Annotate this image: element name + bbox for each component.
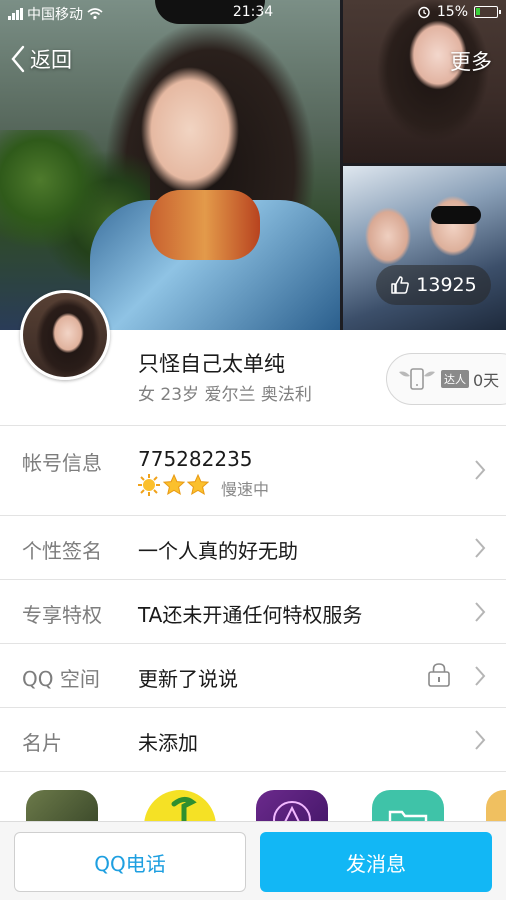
bottom-action-bar: QQ电话 发消息 — [0, 821, 506, 900]
row-business-card[interactable]: 名片 未添加 — [0, 707, 506, 771]
privilege-value: TA还未开通任何特权服务 — [138, 603, 363, 627]
battery-icon — [474, 6, 501, 18]
status-bar: 中国移动 21:34 15% — [0, 0, 506, 26]
avatar[interactable] — [20, 290, 110, 380]
level-stars — [137, 473, 209, 497]
expert-badge[interactable]: 达人 0天 — [386, 353, 506, 405]
expert-tag: 达人 — [441, 370, 469, 388]
qq-call-button[interactable]: QQ电话 — [14, 832, 246, 892]
chevron-right-icon — [475, 666, 486, 686]
back-label: 返回 — [30, 48, 72, 72]
account-label: 帐号信息 — [22, 451, 102, 475]
winged-phone-icon — [399, 368, 435, 390]
lock-icon — [428, 663, 450, 687]
chevron-right-icon — [475, 602, 486, 622]
thumbs-up-icon — [391, 276, 410, 294]
profile-photo-3[interactable] — [343, 166, 506, 330]
signature-label: 个性签名 — [22, 539, 102, 563]
profile-info: 女 23岁 爱尔兰 奥法利 — [138, 385, 312, 405]
qq-number: 775282235 — [138, 447, 253, 471]
more-button[interactable]: 更多 — [450, 46, 492, 76]
row-account-info[interactable]: 帐号信息 775282235 — [0, 425, 506, 515]
qzone-label: QQ 空间 — [22, 667, 100, 691]
star-icon — [187, 474, 209, 496]
signature-value: 一个人真的好无助 — [138, 539, 298, 563]
back-button[interactable]: 返回 — [10, 44, 72, 74]
chevron-right-icon — [475, 730, 486, 750]
row-signature[interactable]: 个性签名 一个人真的好无助 — [0, 515, 506, 579]
speed-status: 慢速中 — [221, 480, 270, 499]
card-value: 未添加 — [138, 731, 198, 755]
chevron-left-icon — [11, 45, 25, 73]
send-message-button[interactable]: 发消息 — [260, 832, 492, 892]
star-icon — [163, 474, 185, 496]
like-button[interactable]: 13925 — [376, 265, 491, 305]
chevron-right-icon — [475, 460, 486, 480]
chevron-right-icon — [475, 538, 486, 558]
row-privilege[interactable]: 专享特权 TA还未开通任何特权服务 — [0, 579, 506, 643]
battery-percent: 15% — [436, 4, 468, 20]
nickname: 只怪自己太单纯 — [138, 352, 285, 376]
card-label: 名片 — [22, 731, 62, 755]
privilege-label: 专享特权 — [22, 603, 102, 627]
like-count: 13925 — [416, 274, 477, 296]
row-qzone[interactable]: QQ 空间 更新了说说 — [0, 643, 506, 707]
qzone-value: 更新了说说 — [138, 667, 238, 691]
sun-icon — [138, 474, 160, 496]
expert-days: 0天 — [473, 371, 500, 390]
alarm-icon — [418, 6, 430, 19]
